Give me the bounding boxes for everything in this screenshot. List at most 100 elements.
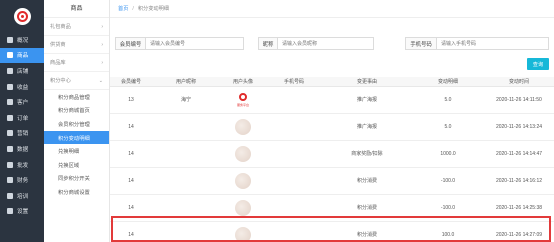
sidebar-item-7[interactable]: 数据 <box>0 141 44 157</box>
cell-member-no: 14 <box>110 194 152 222</box>
cell-reason: 积分消费 <box>322 194 412 222</box>
cell-phone <box>266 86 322 114</box>
col-reason[interactable]: 变更事由 <box>322 77 412 87</box>
sidebar-item-10[interactable]: 培训 <box>0 188 44 204</box>
goods-icon <box>7 52 13 59</box>
table-row[interactable]: 14 积分消费 -100.0 2020-11-26 14:16:12 <box>110 167 554 195</box>
avatar <box>234 91 252 108</box>
table-row[interactable]: 14 积分消费 -100.0 2020-11-26 14:25:38 <box>110 194 554 222</box>
breadcrumb: 首页 / 积分变动明细 <box>110 0 554 18</box>
sidebar-item-label: 设置 <box>17 209 29 216</box>
cell-change: 1000.0 <box>412 140 484 168</box>
submenu-item-7[interactable]: 积分商城设置 <box>44 185 109 199</box>
cell-reason: 推广海报 <box>322 86 412 114</box>
phone-label: 手机号码 <box>405 37 437 50</box>
avatar <box>235 199 251 216</box>
sidebar-item-3[interactable]: 收益 <box>0 79 44 95</box>
sidebar-item-9[interactable]: 财务 <box>0 172 44 188</box>
sidebar-item-2[interactable]: 店铺 <box>0 63 44 79</box>
sidebar-item-label: 收益 <box>17 84 29 91</box>
submenu-item-4[interactable]: 兑换明细 <box>44 144 109 158</box>
cell-nickname: 海宁 <box>152 86 220 114</box>
submenu-item-6[interactable]: 同步积分开关 <box>44 172 109 186</box>
table-row[interactable]: 13海宁 推广海报5.02020-11-26 14:11:50 <box>110 86 554 114</box>
submenu-group-label: 礼包商品 <box>50 24 71 30</box>
submenu-group-points[interactable]: 积分中心 ⌄ <box>44 72 109 90</box>
submenu-group-library[interactable]: 商品库 › <box>44 54 109 72</box>
sidebar-item-11[interactable]: 设置 <box>0 204 44 220</box>
cell-time: 2020-11-26 14:16:12 <box>484 167 554 195</box>
member-no-label: 会员编号 <box>115 37 146 50</box>
secondary-menu: 商品 礼包商品 › 供货商 › 商品库 › 积分中心 ⌄ 积分商品管理 积分商城首… <box>44 0 110 242</box>
table-row[interactable]: 14 商家奖励/扣除 1000.0 2020-11-26 14:14:47 <box>110 140 554 168</box>
cell-change: 5.0 <box>412 113 484 141</box>
submenu-item-2[interactable]: 会员积分管理 <box>44 117 109 131</box>
cell-time: 2020-11-26 14:14:47 <box>484 140 554 168</box>
cell-member-no: 14 <box>110 113 152 141</box>
submenu-item-0[interactable]: 积分商品管理 <box>44 90 109 104</box>
chevron-right-icon: › <box>101 41 103 48</box>
chevron-right-icon: › <box>101 59 103 66</box>
cell-change: 5.0 <box>412 86 484 114</box>
app-logo[interactable] <box>0 0 44 32</box>
member-no-input[interactable] <box>146 37 244 50</box>
breadcrumb-separator: / <box>132 5 134 12</box>
cell-phone <box>266 167 322 195</box>
main-sidebar: 概况商品店铺收益客户订单 营销数据批发财务培训设置 <box>0 0 44 242</box>
sidebar-item-label: 概况 <box>17 37 29 44</box>
training-icon <box>7 192 13 199</box>
cell-nickname <box>152 194 220 222</box>
col-member-no[interactable]: 会员编号 <box>110 77 152 87</box>
cell-nickname <box>152 167 220 195</box>
table-row[interactable]: 14 推广海报 5.0 2020-11-26 14:13:24 <box>110 113 554 141</box>
main-content: 首页 / 积分变动明细 会员编号 昵称 手机号码 查询 会员编号 用户昵称 用户… <box>110 0 554 242</box>
sidebar-item-8[interactable]: 批发 <box>0 157 44 173</box>
nickname-input[interactable] <box>278 37 374 50</box>
sidebar-item-label: 数据 <box>17 146 29 153</box>
marketing-icon <box>7 130 13 137</box>
points-change-table: 会员编号 用户昵称 用户头像 手机号码 变更事由 变动明细 变动时间 13海宁推… <box>110 77 554 242</box>
cell-avatar <box>220 194 266 222</box>
col-time[interactable]: 变动时间 <box>484 77 554 87</box>
cell-time: 2020-11-26 14:11:50 <box>484 86 554 114</box>
table-body: 13海宁推广海报5.02020-11-26 14:11:5014推广海报5.02… <box>110 86 554 242</box>
cell-phone <box>266 221 322 242</box>
col-nickname[interactable]: 用户昵称 <box>152 77 220 87</box>
sidebar-item-1[interactable]: 商品 <box>0 47 44 64</box>
submenu-items: 积分商品管理 积分商城首页 会员积分管理 积分变动明细 兑换明细 兑换区域 同步积分开关 积分… <box>44 90 109 199</box>
cell-reason: 推广海报 <box>322 113 412 141</box>
table-row[interactable]: 14 积分消费 100.0 2020-11-26 14:27:09 <box>110 221 554 242</box>
search-button[interactable]: 查询 <box>527 58 549 70</box>
income-icon <box>7 83 13 90</box>
sidebar-item-label: 财务 <box>17 178 29 185</box>
submenu-item-5[interactable]: 兑换区域 <box>44 158 109 172</box>
logo-mark <box>13 7 31 25</box>
cell-phone <box>266 140 322 168</box>
col-change[interactable]: 变动明细 <box>412 77 484 87</box>
avatar <box>235 172 251 189</box>
cell-member-no: 14 <box>110 221 152 242</box>
sidebar-item-6[interactable]: 营销 <box>0 126 44 142</box>
sidebar-item-label: 店铺 <box>17 68 29 75</box>
cell-nickname <box>152 221 220 242</box>
chevron-right-icon: › <box>101 23 103 30</box>
col-phone[interactable]: 手机号码 <box>266 77 322 87</box>
sidebar-item-label: 客户 <box>17 100 29 107</box>
breadcrumb-home-link[interactable]: 首页 <box>118 5 128 12</box>
sidebar-nav: 概况商品店铺收益客户订单 营销数据批发财务培训设置 <box>0 32 44 219</box>
cell-member-no: 14 <box>110 167 152 195</box>
submenu-item-3[interactable]: 积分变动明细 <box>44 130 109 145</box>
col-avatar[interactable]: 用户头像 <box>220 77 266 87</box>
submenu-item-1[interactable]: 积分商城首页 <box>44 104 109 118</box>
cell-time: 2020-11-26 14:27:09 <box>484 221 554 242</box>
wholesale-icon <box>7 161 13 168</box>
sidebar-item-5[interactable]: 订单 <box>0 110 44 126</box>
sidebar-item-4[interactable]: 客户 <box>0 94 44 110</box>
submenu-group-supplier[interactable]: 供货商 › <box>44 36 109 54</box>
cell-avatar <box>220 86 266 114</box>
phone-input[interactable] <box>437 37 549 50</box>
sidebar-item-0[interactable]: 概况 <box>0 32 44 48</box>
cell-member-no: 13 <box>110 86 152 114</box>
submenu-group-gift[interactable]: 礼包商品 › <box>44 18 109 36</box>
cell-change: 100.0 <box>412 221 484 242</box>
